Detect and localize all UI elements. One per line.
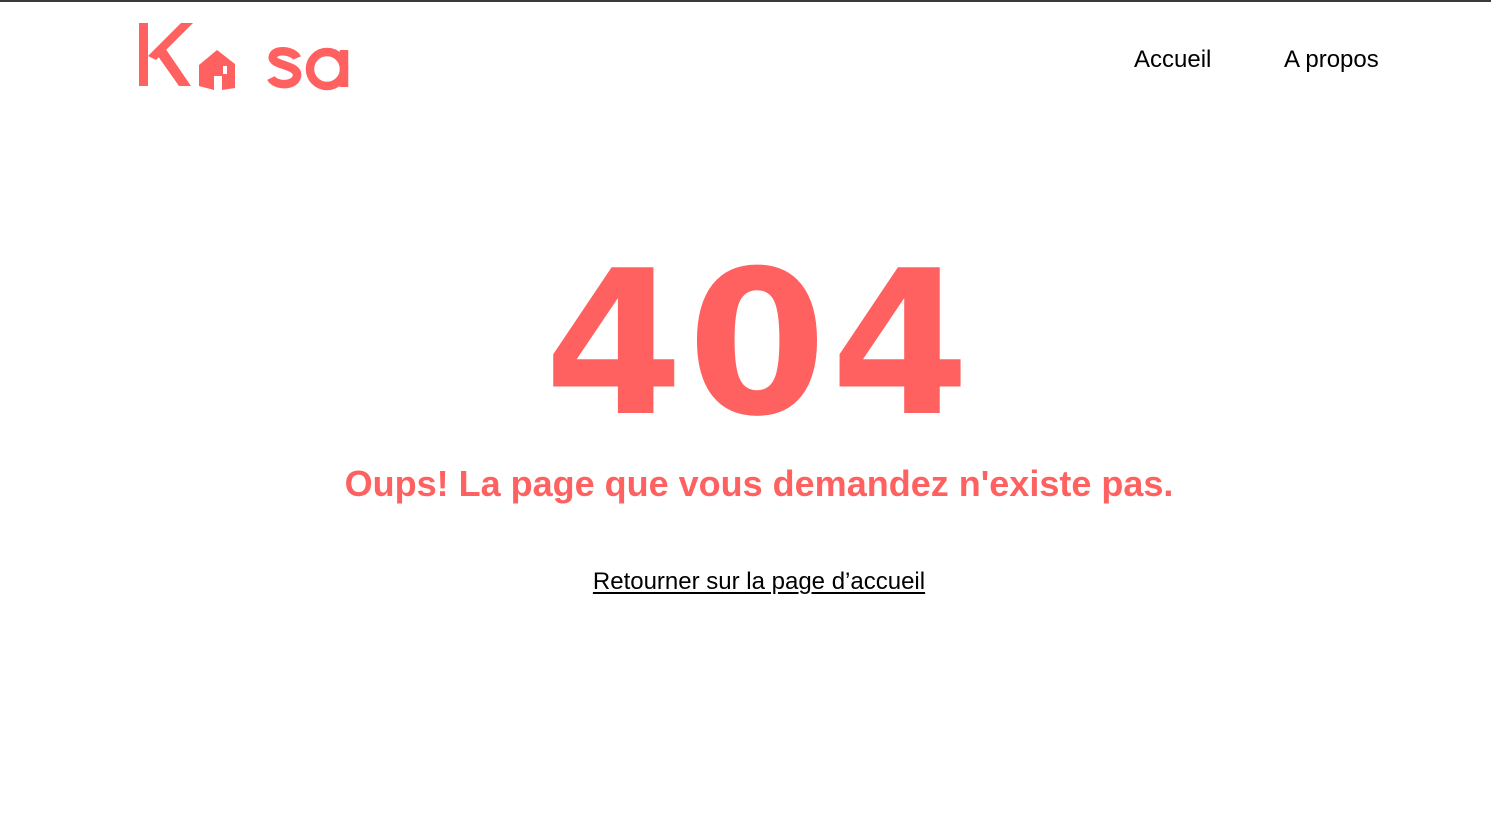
back-to-home-link[interactable]: Retourner sur la page d’accueil [593,568,925,595]
main-nav: Accueil A propos [1100,44,1400,78]
kasa-logo[interactable] [137,20,357,94]
nav-link-home[interactable]: Accueil [1134,44,1211,76]
error-page-content: 404 Oups! La page que vous demandez n'ex… [0,110,1491,831]
home-link-container: Retourner sur la page d’accueil [0,566,1491,598]
nav-link-about[interactable]: A propos [1284,44,1379,76]
site-header: Accueil A propos [0,0,1491,110]
error-code: 404 [544,228,974,461]
kasa-logo-icon [139,23,349,91]
error-message: Oups! La page que vous demandez n'existe… [344,463,1174,504]
